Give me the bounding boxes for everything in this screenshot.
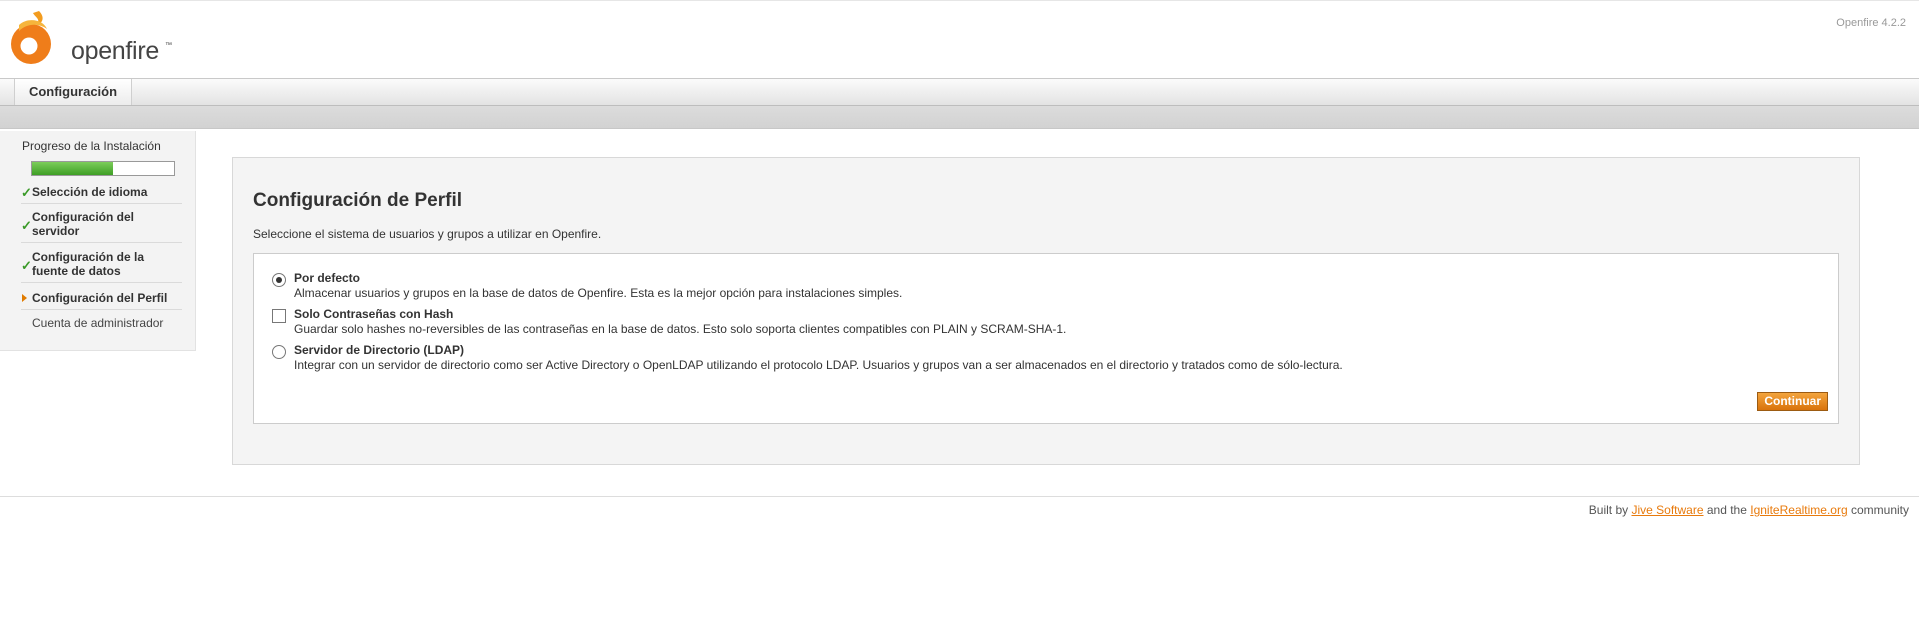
progress-title: Progreso de la Instalación	[22, 139, 161, 153]
page-title: Configuración de Perfil	[253, 190, 463, 211]
step-label: Cuenta de administrador	[32, 316, 164, 330]
footer-divider	[0, 496, 1919, 497]
checkmark-icon: ✓	[21, 218, 32, 233]
openfire-logo[interactable]: openfire ™	[9, 9, 179, 65]
progress-fill	[32, 162, 113, 175]
tab-configuracion[interactable]: Configuración	[14, 79, 132, 105]
version-label: Openfire 4.2.2	[1836, 17, 1906, 29]
ignite-realtime-link[interactable]: IgniteRealtime.org	[1750, 503, 1847, 517]
profile-options-box: Por defecto Almacenar usuarios y grupos …	[253, 253, 1839, 424]
radio-default[interactable]	[272, 273, 286, 287]
arrow-right-icon	[22, 294, 27, 302]
option-description: Guardar solo hashes no-reversibles de la…	[294, 322, 1067, 336]
step-label: Configuración del Perfil	[32, 291, 168, 305]
jive-software-link[interactable]: Jive Software	[1631, 503, 1703, 517]
main-tab-bar: Configuración	[0, 78, 1919, 106]
checkbox-hashed-passwords[interactable]	[272, 309, 286, 323]
logo-trademark: ™	[165, 42, 172, 49]
step-admin-account: Cuenta de administrador	[21, 316, 182, 334]
step-datasource: ✓ Configuración de la fuente de datos	[21, 250, 182, 283]
step-label: Configuración del servidor	[32, 210, 134, 238]
header: openfire ™ Openfire 4.2.2	[0, 0, 1919, 79]
footer-middle: and the	[1706, 503, 1747, 517]
radio-ldap[interactable]	[272, 345, 286, 359]
option-title: Por defecto	[294, 271, 361, 285]
step-profile: Configuración del Perfil	[21, 291, 182, 310]
openfire-flame-icon	[11, 11, 51, 64]
page-intro: Seleccione el sistema de usuarios y grup…	[253, 227, 602, 241]
logo-text: openfire	[71, 37, 159, 65]
installation-sidebar: Progreso de la Instalación ✓ Selección d…	[0, 131, 196, 351]
content-panel: Configuración de Perfil Seleccione el si…	[232, 157, 1860, 465]
step-label: Configuración de la fuente de datos	[32, 250, 145, 278]
footer: Built by Jive Software and the IgniteRea…	[1589, 503, 1909, 517]
checkmark-icon: ✓	[21, 258, 32, 273]
sub-navigation-bar	[0, 106, 1919, 129]
step-label: Selección de idioma	[32, 185, 148, 199]
option-title: Solo Contraseñas con Hash	[294, 307, 454, 321]
checkmark-icon: ✓	[21, 185, 32, 200]
step-language: ✓ Selección de idioma	[21, 185, 182, 204]
option-title: Servidor de Directorio (LDAP)	[294, 343, 465, 357]
footer-prefix: Built by	[1588, 503, 1629, 517]
continue-button[interactable]: Continuar	[1757, 392, 1828, 411]
progress-bar	[31, 161, 175, 176]
option-description: Integrar con un servidor de directorio c…	[294, 358, 1343, 372]
footer-suffix: community	[1850, 503, 1909, 517]
step-server: ✓ Configuración del servidor	[21, 210, 182, 243]
option-description: Almacenar usuarios y grupos en la base d…	[294, 286, 903, 300]
